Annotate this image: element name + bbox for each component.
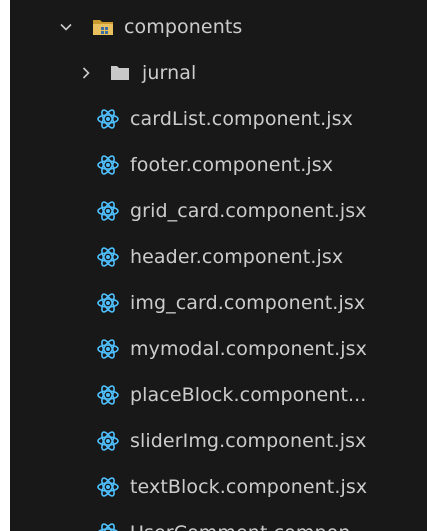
file-explorer-panel: components jurnal cardList.component.jsx… <box>10 0 427 531</box>
file-label: grid_card.component.jsx <box>130 200 367 222</box>
tree-item-file[interactable]: UserComment.compon... <box>10 510 427 531</box>
tree-item-file[interactable]: textBlock.component.jsx <box>10 464 427 510</box>
file-label: cardList.component.jsx <box>130 108 354 130</box>
react-icon <box>96 337 120 361</box>
file-label: sliderImg.component.jsx <box>130 430 367 452</box>
react-icon <box>96 107 120 131</box>
folder-closed-icon <box>110 65 132 81</box>
tree-item-file[interactable]: img_card.component.jsx <box>10 280 427 326</box>
tree-item-file[interactable]: mymodal.component.jsx <box>10 326 427 372</box>
tree-item-jurnal-folder[interactable]: jurnal <box>10 50 427 96</box>
react-icon <box>96 153 120 177</box>
folder-open-icon <box>92 18 114 35</box>
react-icon <box>96 383 120 407</box>
tree-item-file[interactable]: placeBlock.component... <box>10 372 427 418</box>
react-icon <box>96 475 120 499</box>
tree-item-file[interactable]: grid_card.component.jsx <box>10 188 427 234</box>
react-icon <box>96 521 120 531</box>
tree-item-file[interactable]: footer.component.jsx <box>10 142 427 188</box>
chevron-down-icon <box>54 15 78 39</box>
react-icon <box>96 245 120 269</box>
react-icon <box>96 199 120 223</box>
file-label: textBlock.component.jsx <box>130 476 368 498</box>
chevron-right-icon <box>74 61 98 85</box>
file-label: placeBlock.component... <box>130 384 367 406</box>
file-label: img_card.component.jsx <box>130 292 366 314</box>
react-icon <box>96 291 120 315</box>
file-label: footer.component.jsx <box>130 154 334 176</box>
file-label: header.component.jsx <box>130 246 344 268</box>
file-label: UserComment.compon... <box>130 522 369 531</box>
folder-label: jurnal <box>142 62 197 84</box>
tree-item-file[interactable]: cardList.component.jsx <box>10 96 427 142</box>
react-icon <box>96 429 120 453</box>
tree-item-components-folder[interactable]: components <box>10 4 427 50</box>
file-label: mymodal.component.jsx <box>130 338 367 360</box>
tree-item-file[interactable]: header.component.jsx <box>10 234 427 280</box>
tree-item-file[interactable]: sliderImg.component.jsx <box>10 418 427 464</box>
folder-label: components <box>124 16 243 38</box>
